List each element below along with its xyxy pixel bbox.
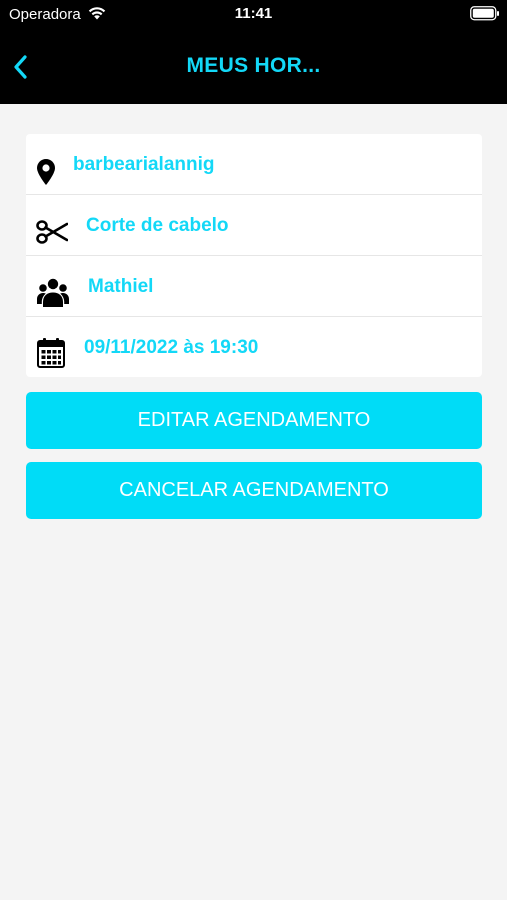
calendar-icon: [37, 338, 65, 368]
service-row: Corte de cabelo: [26, 195, 482, 256]
location-text: barbearialannig: [73, 154, 215, 175]
edit-appointment-button[interactable]: EDITAR AGENDAMENTO: [26, 392, 482, 449]
datetime-text: 09/11/2022 às 19:30: [84, 337, 259, 358]
location-row: barbearialannig: [26, 134, 482, 195]
professional-text: Mathiel: [88, 276, 154, 297]
cancel-appointment-button[interactable]: CANCELAR AGENDAMENTO: [26, 462, 482, 519]
battery-icon: [470, 6, 499, 21]
page-title: MEUS HOR...: [186, 54, 321, 77]
service-text: Corte de cabelo: [86, 215, 229, 236]
status-bar: Operadora 11:41: [0, 0, 507, 28]
datetime-row: 09/11/2022 às 19:30: [26, 317, 482, 377]
scissors-icon: [36, 220, 68, 244]
clock: 11:41: [234, 5, 273, 22]
appointment-card: barbearialannig Corte de cabelo Mathiel: [26, 134, 482, 377]
professional-row: Mathiel: [26, 256, 482, 317]
nav-bar: MEUS HOR...: [0, 44, 507, 92]
users-icon: [37, 278, 69, 307]
map-pin-icon: [37, 159, 55, 185]
header: Operadora 11:41 MEUS HOR...: [0, 0, 507, 104]
